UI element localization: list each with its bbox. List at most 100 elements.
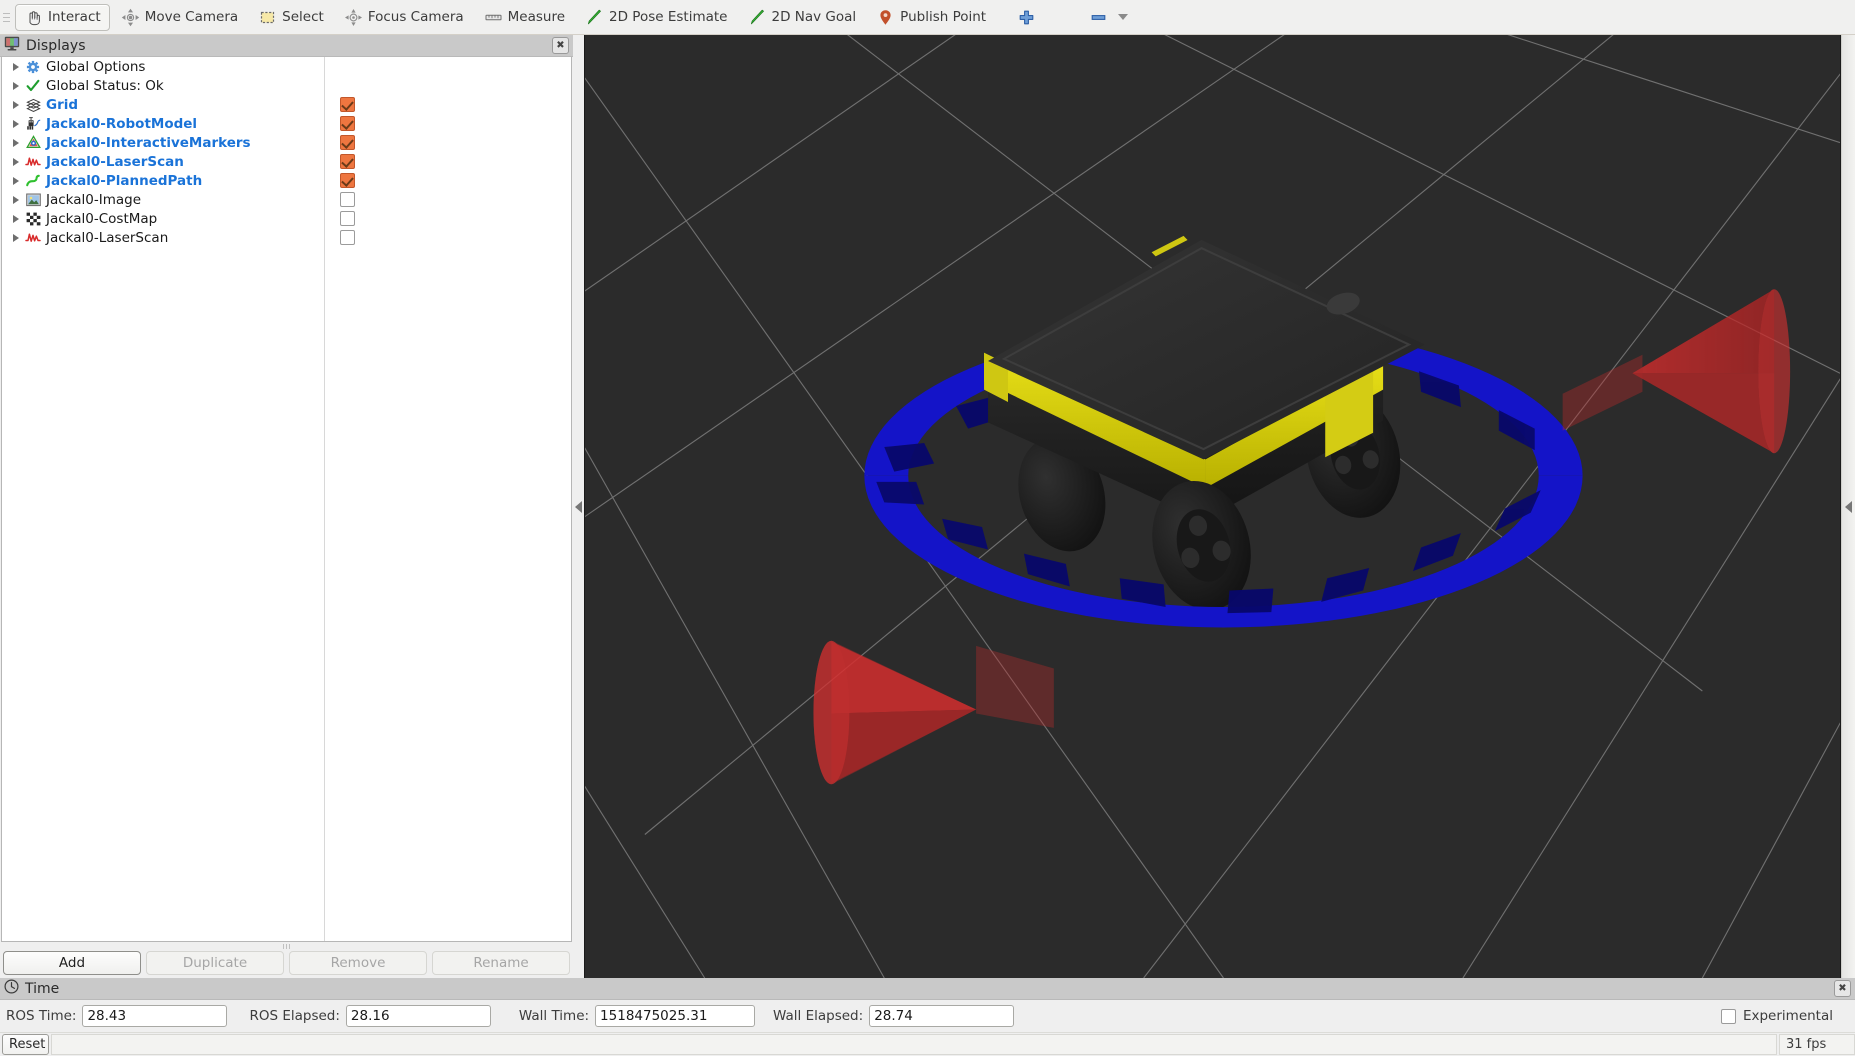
ros-elapsed-input[interactable] xyxy=(346,1005,491,1027)
fps-indicator: 31 fps xyxy=(1779,1034,1855,1055)
tree-item-label: Jackal0-Image xyxy=(46,192,141,208)
tool-focus-camera[interactable]: Focus Camera xyxy=(335,4,473,31)
expand-arrow-icon[interactable] xyxy=(8,82,24,90)
reset-button[interactable]: Reset xyxy=(2,1034,49,1055)
tree-item-jackal0-robotmodel[interactable]: Jackal0-RobotModel xyxy=(2,114,571,133)
wall-elapsed-input[interactable] xyxy=(869,1005,1014,1027)
tree-item-label: Jackal0-CostMap xyxy=(46,211,157,227)
remove-tool-button[interactable] xyxy=(1082,4,1115,31)
expand-arrow-icon[interactable] xyxy=(8,101,24,109)
ruler-icon xyxy=(484,8,503,27)
tree-item-label: Jackal0-PlannedPath xyxy=(46,173,202,189)
display-monitor-icon xyxy=(4,36,20,55)
ros-elapsed-label: ROS Elapsed: xyxy=(249,1008,339,1024)
expand-arrow-icon[interactable] xyxy=(8,234,24,242)
add-tool-button[interactable] xyxy=(1010,4,1043,31)
3d-render-viewport[interactable] xyxy=(584,35,1841,978)
tree-item-checkbox[interactable] xyxy=(340,97,355,112)
pose-arrow-icon xyxy=(585,8,604,27)
ros-time-label: ROS Time: xyxy=(6,1008,76,1024)
tree-item-label: Grid xyxy=(46,97,78,113)
tool-publish-point[interactable]: Publish Point xyxy=(867,4,995,31)
tool-measure-label: Measure xyxy=(508,9,565,25)
tool-move-camera-label: Move Camera xyxy=(145,9,238,25)
time-dock: Time ✖ ROS Time: ROS Elapsed: Wall Time:… xyxy=(0,978,1855,1056)
interactive-marker-icon xyxy=(24,134,42,151)
tree-item-jackal0-plannedpath[interactable]: Jackal0-PlannedPath xyxy=(2,171,571,190)
experimental-toggle[interactable]: Experimental xyxy=(1721,1008,1849,1024)
rename-display-button[interactable]: Rename xyxy=(432,951,570,975)
tree-item-checkbox[interactable] xyxy=(340,192,355,207)
nav-goal-arrow-icon xyxy=(748,8,767,27)
time-panel-title-bar: Time ✖ xyxy=(0,978,1855,1000)
chevron-down-icon[interactable] xyxy=(1118,14,1128,20)
tree-item-jackal0-laserscan-active[interactable]: Jackal0-LaserScan xyxy=(2,152,571,171)
expand-arrow-icon[interactable] xyxy=(8,177,24,185)
remove-display-button[interactable]: Remove xyxy=(289,951,427,975)
tree-item-checkbox[interactable] xyxy=(340,230,355,245)
ros-elapsed-field: ROS Elapsed: xyxy=(249,1005,490,1027)
tool-2d-nav-goal-label: 2D Nav Goal xyxy=(772,9,857,25)
tree-item-checkbox[interactable] xyxy=(340,211,355,226)
tool-2d-nav-goal[interactable]: 2D Nav Goal xyxy=(739,4,866,31)
triangle-left-icon[interactable] xyxy=(575,501,582,513)
tree-item-grid[interactable]: Grid xyxy=(2,95,571,114)
tool-publish-point-label: Publish Point xyxy=(900,9,986,25)
expand-arrow-icon[interactable] xyxy=(8,120,24,128)
expand-arrow-icon[interactable] xyxy=(8,215,24,223)
right-dock-splitter[interactable] xyxy=(1841,35,1855,978)
add-display-button[interactable]: Add xyxy=(3,951,141,975)
tree-item-label: Jackal0-LaserScan xyxy=(46,230,168,246)
wall-time-input[interactable] xyxy=(595,1005,755,1027)
tree-item-checkbox[interactable] xyxy=(340,173,355,188)
check-icon xyxy=(24,77,42,94)
selection-rectangle-icon xyxy=(258,8,277,27)
tool-measure[interactable]: Measure xyxy=(475,4,574,31)
clock-icon xyxy=(4,979,19,998)
tree-item-global-options[interactable]: Global Options xyxy=(2,57,571,76)
tool-2d-pose-estimate[interactable]: 2D Pose Estimate xyxy=(576,4,736,31)
tree-item-jackal0-image[interactable]: Jackal0-Image xyxy=(2,190,571,209)
tool-focus-camera-label: Focus Camera xyxy=(368,9,464,25)
tree-item-jackal0-laserscan[interactable]: Jackal0-LaserScan xyxy=(2,228,571,247)
main-content-area: Displays ✖ xyxy=(0,35,1855,978)
wall-elapsed-field: Wall Elapsed: xyxy=(773,1005,1014,1027)
tree-item-label: Jackal0-LaserScan xyxy=(46,154,184,170)
experimental-checkbox[interactable] xyxy=(1721,1009,1736,1024)
map-pin-icon xyxy=(876,8,895,27)
ros-time-input[interactable] xyxy=(82,1005,227,1027)
displays-tree[interactable]: Global Options Global Status: Ok xyxy=(1,57,572,942)
expand-arrow-icon[interactable] xyxy=(8,158,24,166)
tool-move-camera[interactable]: Move Camera xyxy=(112,4,247,31)
expand-arrow-icon[interactable] xyxy=(8,196,24,204)
displays-panel-buttons: Add Duplicate Remove Rename xyxy=(0,951,573,978)
tool-2d-pose-estimate-label: 2D Pose Estimate xyxy=(609,9,727,25)
tool-interact[interactable]: Interact xyxy=(15,4,110,31)
displays-panel-resize-handle[interactable] xyxy=(0,942,573,951)
tree-item-jackal0-costmap[interactable]: Jackal0-CostMap xyxy=(2,209,571,228)
tree-item-label: Global Status: Ok xyxy=(46,78,164,94)
expand-arrow-icon[interactable] xyxy=(8,63,24,71)
tree-item-checkbox[interactable] xyxy=(340,135,355,150)
tree-item-checkbox[interactable] xyxy=(340,154,355,169)
wall-elapsed-label: Wall Elapsed: xyxy=(773,1008,863,1024)
main-toolbar: Interact Move Camera xyxy=(0,0,1855,35)
tree-item-global-status[interactable]: Global Status: Ok xyxy=(2,76,571,95)
tree-item-checkbox[interactable] xyxy=(340,116,355,131)
tool-select-label: Select xyxy=(282,9,324,25)
duplicate-display-button[interactable]: Duplicate xyxy=(146,951,284,975)
tree-item-jackal0-interactivemarkers[interactable]: Jackal0-InteractiveMarkers xyxy=(2,133,571,152)
expand-arrow-icon[interactable] xyxy=(8,139,24,147)
tool-interact-label: Interact xyxy=(48,9,101,25)
experimental-label: Experimental xyxy=(1743,1008,1833,1024)
close-icon[interactable]: ✖ xyxy=(1834,980,1851,997)
image-icon xyxy=(24,191,42,208)
left-dock-splitter[interactable] xyxy=(573,35,584,978)
close-icon[interactable]: ✖ xyxy=(552,37,569,54)
costmap-icon xyxy=(24,210,42,227)
triangle-left-icon[interactable] xyxy=(1845,501,1852,513)
toolbar-drag-handle[interactable] xyxy=(2,3,11,31)
tool-select[interactable]: Select xyxy=(249,4,333,31)
tree-item-label: Jackal0-RobotModel xyxy=(46,116,197,132)
ros-time-field: ROS Time: xyxy=(6,1005,227,1027)
